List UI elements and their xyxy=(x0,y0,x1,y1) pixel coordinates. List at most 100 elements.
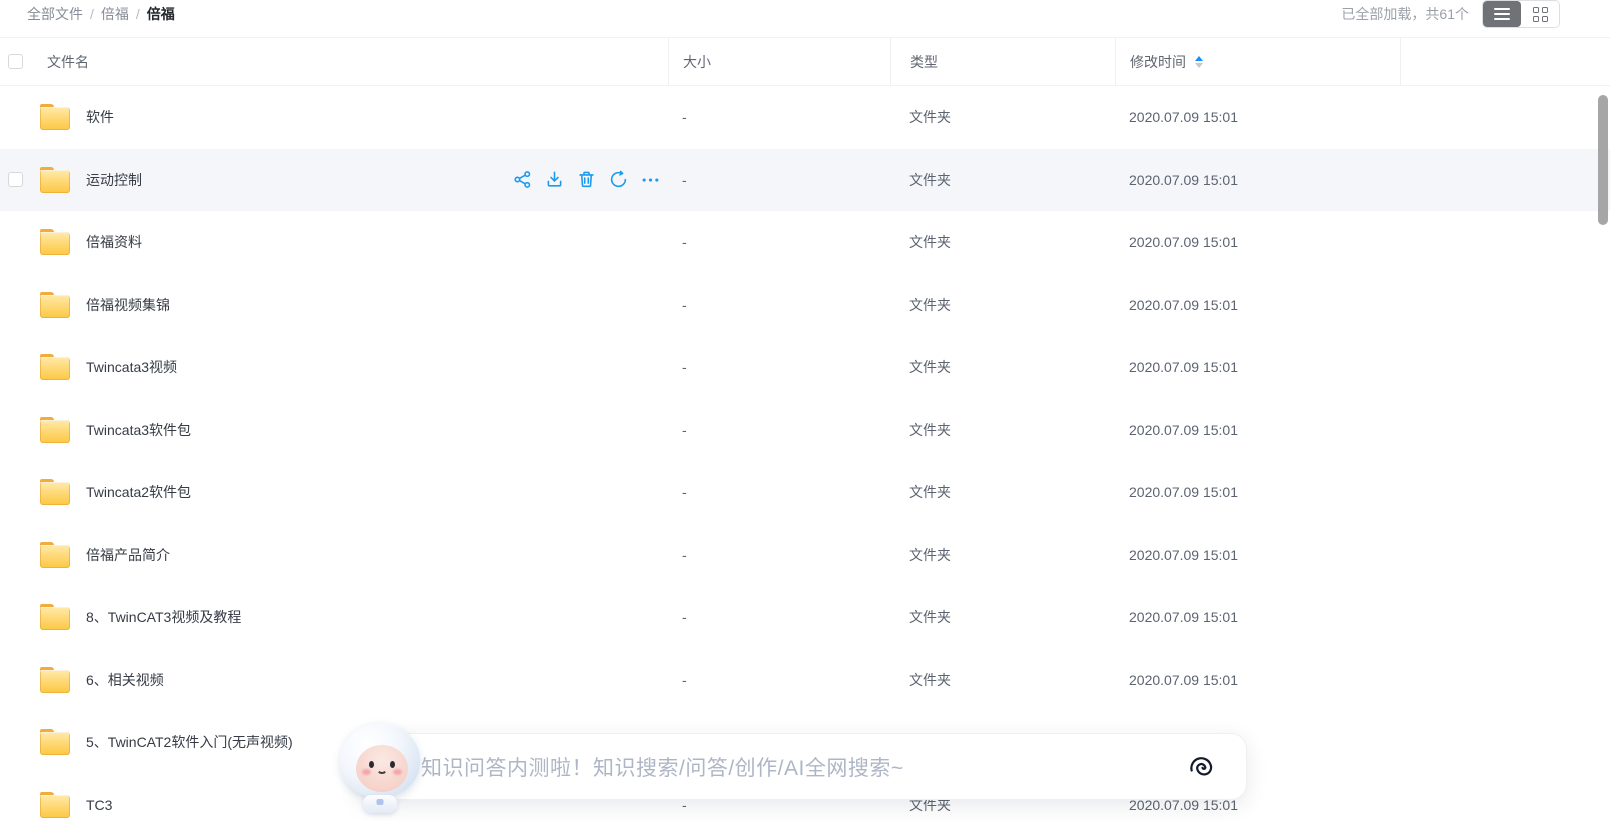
file-size: - xyxy=(668,86,890,149)
file-type: 文件夹 xyxy=(890,586,1115,649)
file-size: - xyxy=(668,524,890,587)
transfer-icon[interactable] xyxy=(609,170,628,189)
column-label-name: 文件名 xyxy=(47,52,89,72)
grid-view-icon xyxy=(1533,7,1548,22)
column-label-size: 大小 xyxy=(683,52,711,72)
file-size: - xyxy=(668,461,890,524)
table-row[interactable]: Twincata2软件包 - 文件夹 2020.07.09 15:01 xyxy=(0,461,1610,524)
topbar-right: 已全部加载，共61个 xyxy=(1341,0,1560,28)
file-type: 文件夹 xyxy=(890,649,1115,712)
folder-icon xyxy=(40,479,70,505)
ai-search-bar[interactable]: 知识问答内测啦！知识搜索/问答/创作/AI全网搜索~ xyxy=(358,733,1247,800)
list-view-button[interactable] xyxy=(1483,1,1521,27)
file-type: 文件夹 xyxy=(890,399,1115,462)
file-type: 文件夹 xyxy=(890,211,1115,274)
mascot-head xyxy=(340,723,420,798)
table-row[interactable]: 8、TwinCAT3视频及教程 - 文件夹 2020.07.09 15:01 xyxy=(0,586,1610,649)
download-icon[interactable] xyxy=(545,170,564,189)
folder-icon xyxy=(40,604,70,630)
file-name[interactable]: 6、相关视频 xyxy=(86,670,164,690)
breadcrumb: 全部文件 / 倍福 / 倍福 xyxy=(27,0,175,28)
breadcrumb-separator: / xyxy=(136,6,140,22)
file-type: 文件夹 xyxy=(890,274,1115,337)
folder-icon xyxy=(40,229,70,255)
column-label-mtime: 修改时间 xyxy=(1130,52,1186,72)
row-actions xyxy=(513,170,660,189)
breadcrumb-separator: / xyxy=(90,6,94,22)
header-name-cell[interactable]: 文件名 xyxy=(40,38,668,85)
file-size: - xyxy=(668,399,890,462)
file-name[interactable]: 5、TwinCAT2软件入门(无声视频) xyxy=(86,732,293,752)
folder-icon xyxy=(40,667,70,693)
delete-icon[interactable] xyxy=(577,170,596,189)
folder-icon xyxy=(40,292,70,318)
file-mtime: 2020.07.09 15:01 xyxy=(1115,211,1400,274)
folder-icon xyxy=(40,104,70,130)
file-size: - xyxy=(668,586,890,649)
file-mtime: 2020.07.09 15:01 xyxy=(1115,586,1400,649)
view-mode-toggle xyxy=(1482,0,1560,28)
select-all-checkbox[interactable] xyxy=(8,54,23,69)
file-name[interactable]: TC3 xyxy=(86,797,112,813)
file-name[interactable]: Twincata3视频 xyxy=(86,357,177,377)
file-type: 文件夹 xyxy=(890,149,1115,212)
table-row[interactable]: 倍福资料 - 文件夹 2020.07.09 15:01 xyxy=(0,211,1610,274)
header-extra-cell xyxy=(1400,38,1610,85)
folder-icon xyxy=(40,542,70,568)
breadcrumb-link-all-files[interactable]: 全部文件 xyxy=(27,4,83,24)
file-mtime: 2020.07.09 15:01 xyxy=(1115,274,1400,337)
paperclip-icon[interactable] xyxy=(1186,752,1216,782)
table-row[interactable]: 软件 - 文件夹 2020.07.09 15:01 xyxy=(0,86,1610,149)
file-size: - xyxy=(668,274,890,337)
file-mtime: 2020.07.09 15:01 xyxy=(1115,524,1400,587)
file-size: - xyxy=(668,149,890,212)
header-size-cell[interactable]: 大小 xyxy=(668,38,890,85)
column-label-type: 类型 xyxy=(910,52,938,72)
file-manager-page: { "breadcrumb": { "separator": "/", "lin… xyxy=(0,0,1610,821)
file-name[interactable]: Twincata3软件包 xyxy=(86,420,191,440)
table-row-hovered[interactable]: 运动控制 xyxy=(0,149,1610,212)
file-mtime: 2020.07.09 15:01 xyxy=(1115,149,1400,212)
breadcrumb-current: 倍福 xyxy=(147,4,175,24)
row-checkbox[interactable] xyxy=(8,172,23,187)
header-checkbox-cell xyxy=(0,38,40,85)
file-name[interactable]: 倍福视频集锦 xyxy=(86,295,170,315)
mascot-body xyxy=(363,795,397,813)
file-type: 文件夹 xyxy=(890,336,1115,399)
folder-icon xyxy=(40,167,70,193)
file-name[interactable]: Twincata2软件包 xyxy=(86,482,191,502)
mascot-avatar[interactable] xyxy=(338,721,422,813)
file-name[interactable]: 8、TwinCAT3视频及教程 xyxy=(86,607,241,627)
file-list: 软件 - 文件夹 2020.07.09 15:01 运动控制 xyxy=(0,86,1610,821)
table-row[interactable]: 倍福视频集锦 - 文件夹 2020.07.09 15:01 xyxy=(0,274,1610,337)
file-mtime: 2020.07.09 15:01 xyxy=(1115,336,1400,399)
folder-icon xyxy=(40,354,70,380)
ai-search-placeholder: 知识问答内测啦！知识搜索/问答/创作/AI全网搜索~ xyxy=(421,752,904,782)
table-row[interactable]: 6、相关视频 - 文件夹 2020.07.09 15:01 xyxy=(0,649,1610,712)
file-name[interactable]: 倍福产品简介 xyxy=(86,545,170,565)
file-size: - xyxy=(668,336,890,399)
folder-icon xyxy=(40,729,70,755)
file-name[interactable]: 倍福资料 xyxy=(86,232,142,252)
file-mtime: 2020.07.09 15:01 xyxy=(1115,399,1400,462)
sort-toggle-icon[interactable] xyxy=(1195,56,1203,68)
list-view-icon xyxy=(1494,8,1510,20)
header-mtime-cell[interactable]: 修改时间 xyxy=(1115,38,1400,85)
more-icon[interactable] xyxy=(641,170,660,189)
header-type-cell[interactable]: 类型 xyxy=(890,38,1115,85)
file-name[interactable]: 软件 xyxy=(86,107,114,127)
file-mtime: 2020.07.09 15:01 xyxy=(1115,86,1400,149)
grid-view-button[interactable] xyxy=(1521,1,1559,27)
file-type: 文件夹 xyxy=(890,86,1115,149)
table-row[interactable]: Twincata3软件包 - 文件夹 2020.07.09 15:01 xyxy=(0,399,1610,462)
table-header: 文件名 大小 类型 修改时间 xyxy=(0,37,1610,86)
table-row[interactable]: 倍福产品简介 - 文件夹 2020.07.09 15:01 xyxy=(0,524,1610,587)
folder-icon xyxy=(40,417,70,443)
share-icon[interactable] xyxy=(513,170,532,189)
file-mtime: 2020.07.09 15:01 xyxy=(1115,649,1400,712)
table-row[interactable]: Twincata3视频 - 文件夹 2020.07.09 15:01 xyxy=(0,336,1610,399)
scrollbar-thumb[interactable] xyxy=(1598,95,1608,225)
file-type: 文件夹 xyxy=(890,524,1115,587)
file-name[interactable]: 运动控制 xyxy=(86,170,142,190)
breadcrumb-link-beifu[interactable]: 倍福 xyxy=(101,4,129,24)
